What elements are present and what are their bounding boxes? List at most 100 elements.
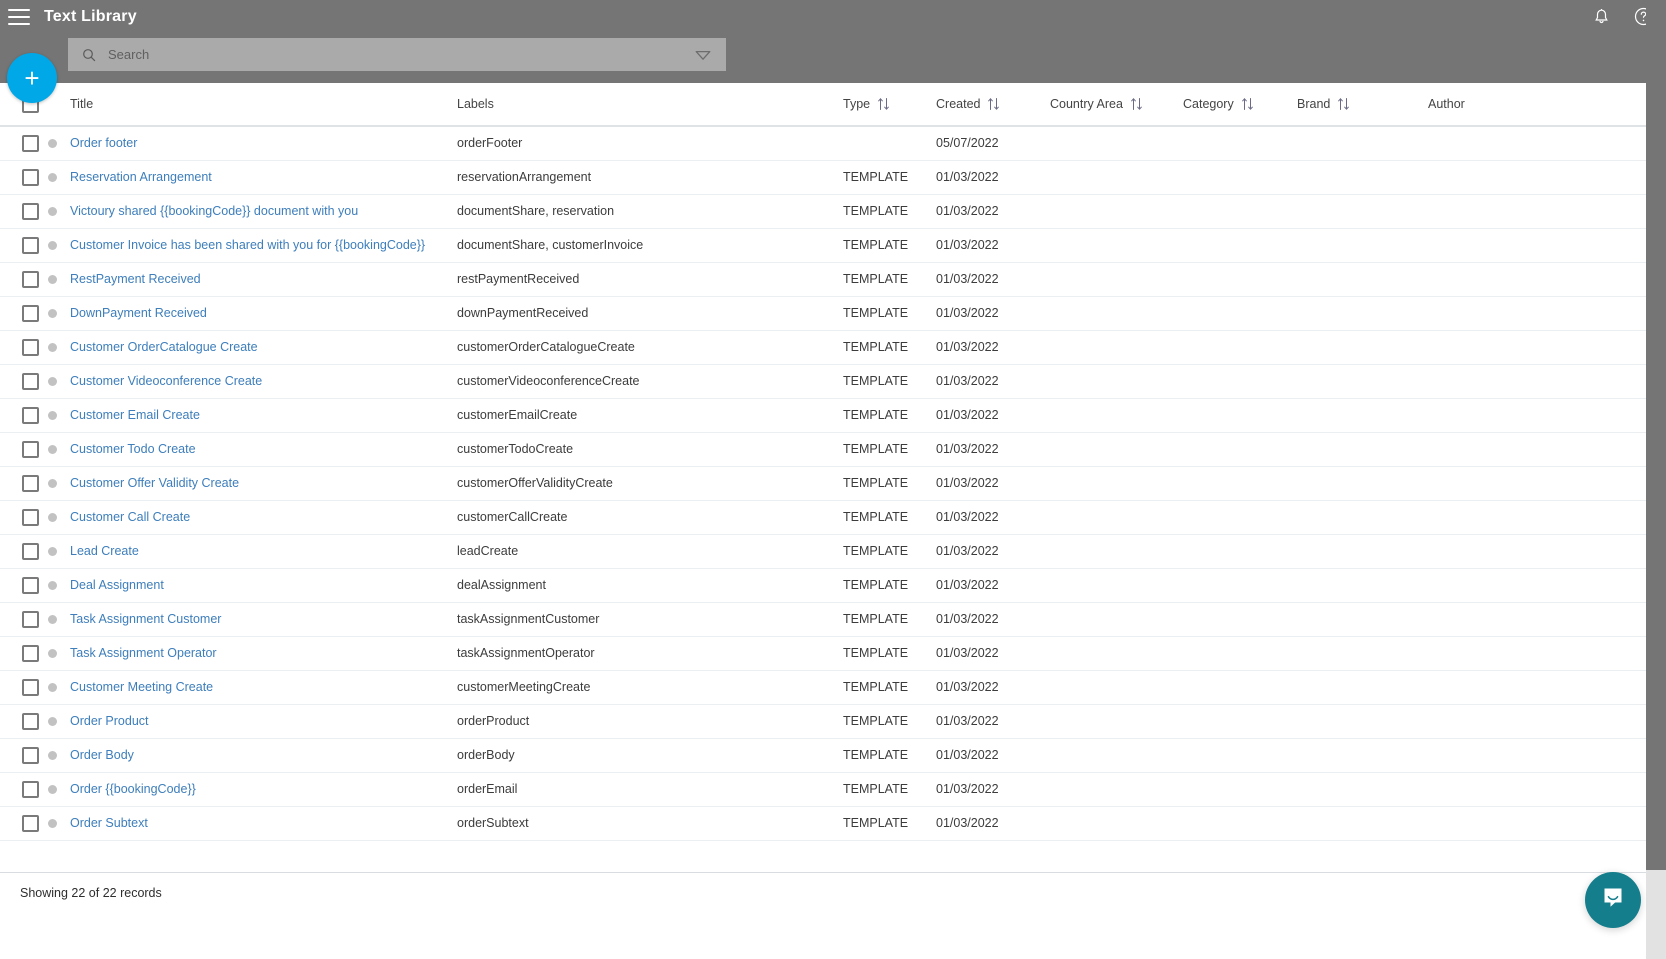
row-checkbox[interactable] bbox=[22, 780, 39, 798]
table-row[interactable]: Task Assignment Customer taskAssignmentCu… bbox=[0, 602, 1646, 637]
row-checkbox[interactable] bbox=[22, 712, 39, 730]
sort-icon-created[interactable] bbox=[987, 97, 1000, 111]
record-title-link[interactable]: Task Assignment Operator bbox=[70, 646, 217, 660]
table-row[interactable]: Customer OrderCatalogue Create customerOr… bbox=[0, 330, 1646, 365]
row-brand-cell bbox=[1297, 364, 1428, 399]
record-title-link[interactable]: Task Assignment Customer bbox=[70, 612, 221, 626]
record-title-link[interactable]: Lead Create bbox=[70, 544, 139, 558]
record-title-link[interactable]: Customer Videoconference Create bbox=[70, 374, 262, 388]
column-label-type: Type bbox=[843, 97, 871, 111]
record-title-link[interactable]: RestPayment Received bbox=[70, 272, 201, 286]
record-title-link[interactable]: Order Subtext bbox=[70, 816, 148, 830]
record-labels: customerEmailCreate bbox=[457, 408, 578, 422]
record-labels: restPaymentReceived bbox=[457, 272, 580, 286]
table-row[interactable]: Task Assignment Operator taskAssignmentOp… bbox=[0, 636, 1646, 671]
row-checkbox[interactable] bbox=[22, 746, 39, 764]
row-checkbox[interactable] bbox=[22, 678, 39, 696]
record-title-link[interactable]: DownPayment Received bbox=[70, 306, 207, 320]
table-row[interactable]: Customer Meeting Create customerMeetingCr… bbox=[0, 670, 1646, 705]
table-row[interactable]: Customer Todo Create customerTodoCreate TE… bbox=[0, 432, 1646, 467]
row-checkbox[interactable] bbox=[22, 202, 39, 220]
record-title-link[interactable]: Customer Email Create bbox=[70, 408, 200, 422]
row-brand-cell bbox=[1297, 500, 1428, 535]
row-author-cell bbox=[1428, 568, 1646, 603]
row-checkbox[interactable] bbox=[22, 576, 39, 594]
sort-icon-type[interactable] bbox=[877, 97, 890, 111]
hamburger-icon[interactable] bbox=[8, 8, 30, 25]
table-row[interactable]: Lead Create leadCreate TEMPLATE 01/03/2022 bbox=[0, 534, 1646, 569]
status-dot-icon bbox=[48, 309, 57, 319]
record-title-link[interactable]: Order {{bookingCode}} bbox=[70, 782, 196, 796]
record-type: TEMPLATE bbox=[843, 374, 909, 388]
row-status-cell bbox=[48, 296, 70, 331]
record-title-link[interactable]: Customer Todo Create bbox=[70, 442, 196, 456]
record-created: 01/03/2022 bbox=[936, 578, 999, 592]
row-title-cell: RestPayment Received bbox=[70, 262, 457, 297]
row-checkbox[interactable] bbox=[22, 304, 39, 322]
table-row[interactable]: DownPayment Received downPaymentReceived T… bbox=[0, 296, 1646, 331]
sort-icon-country-area[interactable] bbox=[1130, 97, 1143, 111]
table-row[interactable]: Victoury shared {{bookingCode}} document… bbox=[0, 194, 1646, 229]
filter-caret-icon[interactable] bbox=[694, 49, 712, 61]
row-checkbox[interactable] bbox=[22, 508, 39, 526]
record-title-link[interactable]: Order Body bbox=[70, 748, 134, 762]
row-created-cell: 01/03/2022 bbox=[936, 228, 1050, 263]
table-row[interactable]: Customer Invoice has been shared with yo… bbox=[0, 228, 1646, 263]
record-title-link[interactable]: Order footer bbox=[70, 136, 137, 150]
record-title-link[interactable]: Victoury shared {{bookingCode}} document… bbox=[70, 204, 358, 218]
row-title-cell: Order Subtext bbox=[70, 806, 457, 841]
row-checkbox[interactable] bbox=[22, 644, 39, 662]
row-type-cell: TEMPLATE bbox=[843, 364, 936, 399]
chat-launcher-button[interactable] bbox=[1585, 872, 1641, 928]
table-row[interactable]: RestPayment Received restPaymentReceived T… bbox=[0, 262, 1646, 297]
row-checkbox[interactable] bbox=[22, 372, 39, 390]
row-checkbox[interactable] bbox=[22, 338, 39, 356]
table-row[interactable]: Order Body orderBody TEMPLATE 01/03/2022 bbox=[0, 738, 1646, 773]
row-checkbox[interactable] bbox=[22, 406, 39, 424]
row-checkbox[interactable] bbox=[22, 134, 39, 152]
table-row[interactable]: Customer Email Create customerEmailCreate… bbox=[0, 398, 1646, 433]
row-author-cell bbox=[1428, 126, 1646, 161]
row-status-cell bbox=[48, 704, 70, 739]
row-brand-cell bbox=[1297, 636, 1428, 671]
sort-icon-brand[interactable] bbox=[1337, 97, 1350, 111]
search-bar[interactable] bbox=[68, 38, 726, 71]
table-row[interactable]: Deal Assignment dealAssignment TEMPLATE 01/… bbox=[0, 568, 1646, 603]
row-checkbox[interactable] bbox=[22, 474, 39, 492]
add-button[interactable]: + bbox=[7, 53, 57, 103]
bell-icon[interactable] bbox=[1590, 6, 1612, 28]
row-checkbox[interactable] bbox=[22, 542, 39, 560]
row-labels-cell: leadCreate bbox=[457, 534, 843, 569]
record-title-link[interactable]: Customer Meeting Create bbox=[70, 680, 213, 694]
row-checkbox[interactable] bbox=[22, 168, 39, 186]
record-title-link[interactable]: Reservation Arrangement bbox=[70, 170, 212, 184]
table-row[interactable]: Customer Call Create customerCallCreate TE… bbox=[0, 500, 1646, 535]
top-bar: Text Library bbox=[0, 0, 1666, 83]
table-row[interactable]: Order Product orderProduct TEMPLATE 01/03/2… bbox=[0, 704, 1646, 739]
row-checkbox[interactable] bbox=[22, 270, 39, 288]
search-input[interactable] bbox=[106, 38, 694, 71]
table-row[interactable]: Order footer orderFooter 05/07/2022 bbox=[0, 126, 1646, 161]
record-title-link[interactable]: Customer Call Create bbox=[70, 510, 190, 524]
table-row[interactable]: Reservation Arrangement reservationArrang… bbox=[0, 160, 1646, 195]
record-title-link[interactable]: Customer Invoice has been shared with yo… bbox=[70, 238, 425, 252]
record-title-link[interactable]: Customer OrderCatalogue Create bbox=[70, 340, 258, 354]
table-row[interactable]: Customer Videoconference Create customerV… bbox=[0, 364, 1646, 399]
row-author-cell bbox=[1428, 534, 1646, 569]
row-checkbox[interactable] bbox=[22, 236, 39, 254]
record-title-link[interactable]: Order Product bbox=[70, 714, 149, 728]
record-type: TEMPLATE bbox=[843, 612, 909, 626]
record-title-link[interactable]: Deal Assignment bbox=[70, 578, 164, 592]
row-checkbox[interactable] bbox=[22, 440, 39, 458]
row-category-cell bbox=[1183, 398, 1297, 433]
row-checkbox[interactable] bbox=[22, 814, 39, 832]
row-status-cell bbox=[48, 160, 70, 195]
sort-icon-category[interactable] bbox=[1241, 97, 1254, 111]
row-checkbox[interactable] bbox=[22, 610, 39, 628]
table-row[interactable]: Customer Offer Validity Create customerOf… bbox=[0, 466, 1646, 501]
record-title-link[interactable]: Customer Offer Validity Create bbox=[70, 476, 239, 490]
status-dot-icon bbox=[48, 139, 57, 149]
table-row[interactable]: Order {{bookingCode}} orderEmail TEMPLATE 0… bbox=[0, 772, 1646, 807]
row-select-cell bbox=[0, 704, 48, 739]
table-row[interactable]: Order Subtext orderSubtext TEMPLATE 01/03/2… bbox=[0, 806, 1646, 841]
